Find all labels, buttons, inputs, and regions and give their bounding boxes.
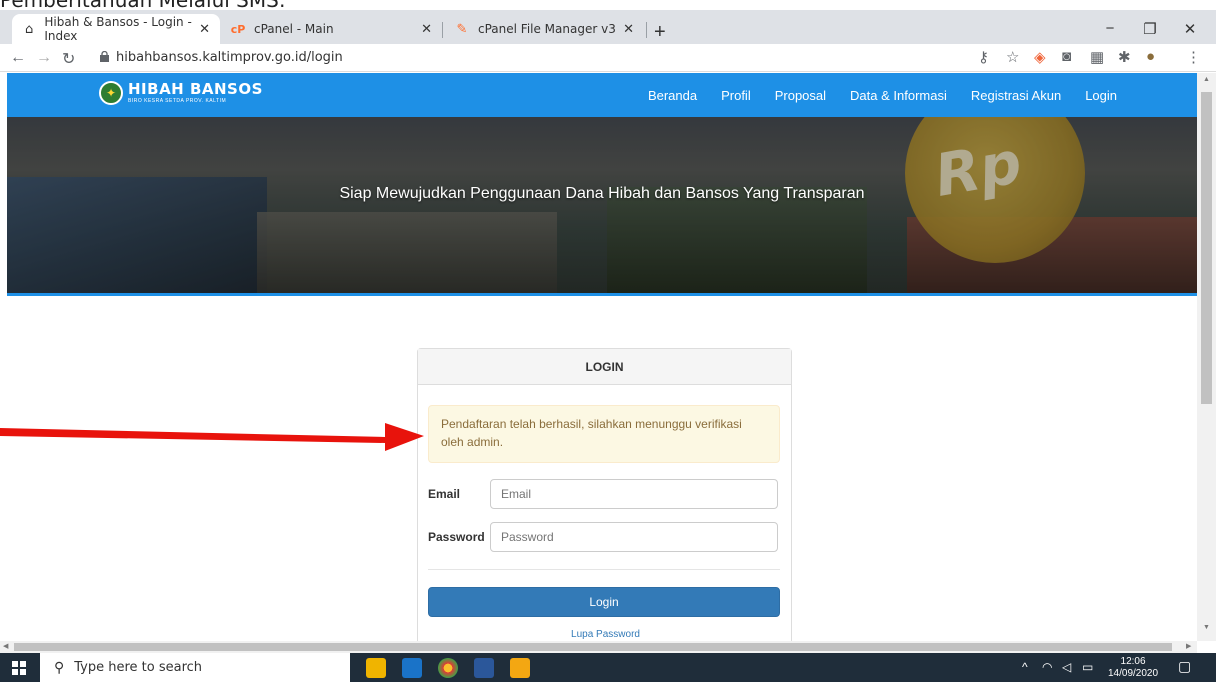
minimize-button[interactable]: −: [1090, 20, 1130, 37]
password-label: Password: [428, 530, 485, 544]
hero-divider: [7, 293, 1197, 296]
hero-banner: Rp Siap Mewujudkan Penggunaan Dana Hibah…: [7, 117, 1197, 293]
page-caption: Pemberitahuan Melalui SMS:: [0, 0, 286, 12]
login-button[interactable]: Login: [428, 587, 780, 617]
tab-label: cPanel File Manager v3: [478, 22, 616, 36]
address-bar: ← → ↻ hibahbansos.kaltimprov.go.id/login…: [0, 44, 1216, 72]
email-field[interactable]: [490, 479, 778, 509]
menu-icon[interactable]: ⋮: [1186, 48, 1201, 66]
file-manager-icon: ✎: [456, 21, 468, 37]
chevron-up-icon[interactable]: ^: [1022, 660, 1028, 674]
tab-cpanel-filemanager[interactable]: ✎ cPanel File Manager v3 ✕: [444, 14, 644, 44]
vertical-scroll-thumb[interactable]: [1201, 92, 1212, 404]
forgot-password-link[interactable]: Lupa Password: [418, 629, 793, 640]
store-icon[interactable]: [510, 658, 530, 678]
forward-icon[interactable]: →: [36, 49, 52, 67]
search-input[interactable]: Type here to search: [74, 660, 202, 675]
key-icon[interactable]: ⚷: [978, 48, 989, 66]
search-icon: ⚲: [54, 659, 65, 675]
qr-icon[interactable]: ▦: [1090, 48, 1104, 66]
lock-icon: [100, 51, 109, 62]
nav-profil[interactable]: Profil: [721, 88, 751, 103]
brand-subtitle: BIRO KESRA SETDA PROV. KALTIM: [128, 97, 227, 104]
logo-icon: ✦: [99, 81, 123, 105]
extension-icon[interactable]: ◈: [1034, 48, 1046, 66]
file-explorer-icon[interactable]: [366, 658, 386, 678]
word-icon[interactable]: [474, 658, 494, 678]
tab-separator: [646, 22, 647, 38]
chrome-icon[interactable]: [438, 658, 458, 678]
clock-time: 12:06: [1120, 656, 1146, 667]
tab-label: cPanel - Main: [254, 22, 334, 36]
puzzle-icon[interactable]: ✱: [1118, 48, 1131, 66]
close-icon[interactable]: ✕: [199, 22, 210, 37]
scroll-right-icon[interactable]: ▶: [1186, 642, 1191, 650]
brand-title: HIBAH BANSOS: [128, 79, 263, 98]
success-alert: Pendaftaran telah berhasil, silahkan men…: [428, 405, 780, 463]
notifications-icon[interactable]: ▢: [1178, 658, 1191, 675]
nav-login[interactable]: Login: [1085, 88, 1117, 103]
star-icon[interactable]: ☆: [1006, 48, 1019, 66]
browser-tabstrip: ⌂ Hibah & Bansos - Login - Index ✕ cP cP…: [0, 10, 1216, 44]
scroll-down-icon[interactable]: ▼: [1203, 624, 1210, 631]
email-row: Email: [428, 479, 778, 509]
volume-icon[interactable]: ◁: [1062, 660, 1071, 674]
tab-hibah-login[interactable]: ⌂ Hibah & Bansos - Login - Index ✕: [12, 14, 220, 44]
nav-registrasi-akun[interactable]: Registrasi Akun: [971, 88, 1061, 103]
windows-start-icon[interactable]: [12, 661, 26, 675]
nav-proposal[interactable]: Proposal: [775, 88, 826, 103]
restore-button[interactable]: ❐: [1130, 20, 1170, 38]
new-tab-button[interactable]: +: [654, 21, 666, 44]
site-brand[interactable]: ✦ HIBAH BANSOS BIRO KESRA SETDA PROV. KA…: [99, 81, 263, 105]
web-page: ✦ HIBAH BANSOS BIRO KESRA SETDA PROV. KA…: [7, 73, 1197, 641]
windows-taskbar: ⚲ Type here to search ^ ◠ ◁ ▭ 12:06 14/0…: [0, 653, 1216, 682]
network-icon[interactable]: ◠: [1042, 660, 1052, 674]
camera-icon[interactable]: ◙: [1062, 48, 1071, 65]
hero-title: Siap Mewujudkan Penggunaan Dana Hibah da…: [339, 185, 865, 202]
reload-icon[interactable]: ↻: [62, 49, 75, 69]
avatar[interactable]: ●: [1146, 48, 1155, 65]
scroll-left-icon[interactable]: ◀: [3, 642, 8, 650]
close-icon[interactable]: ✕: [623, 22, 634, 37]
url-input[interactable]: hibahbansos.kaltimprov.go.id/login: [116, 50, 343, 65]
horizontal-scroll-thumb[interactable]: [14, 643, 1172, 651]
tab-separator: [442, 22, 443, 38]
home-icon: ⌂: [25, 21, 34, 37]
nav-data-informasi[interactable]: Data & Informasi: [850, 88, 947, 103]
nav-beranda[interactable]: Beranda: [648, 88, 697, 103]
taskbar-search[interactable]: ⚲ Type here to search: [40, 653, 350, 682]
password-field[interactable]: [490, 522, 778, 552]
login-card: LOGIN Pendaftaran telah berhasil, silahk…: [417, 348, 792, 641]
tab-cpanel-main[interactable]: cP cPanel - Main ✕: [220, 14, 442, 44]
password-row: Password: [428, 522, 778, 552]
back-icon[interactable]: ←: [10, 49, 26, 67]
login-heading: LOGIN: [418, 349, 791, 385]
tab-label: Hibah & Bansos - Login - Index: [44, 15, 192, 43]
clock-date: 14/09/2020: [1108, 668, 1159, 679]
main-nav: Beranda Profil Proposal Data & Informasi…: [624, 73, 1117, 117]
close-icon[interactable]: ✕: [421, 22, 432, 37]
battery-icon[interactable]: ▭: [1082, 660, 1093, 674]
close-window-button[interactable]: ✕: [1170, 20, 1210, 38]
mail-icon[interactable]: [402, 658, 422, 678]
taskbar-clock[interactable]: 12:06 14/09/2020: [1108, 656, 1158, 680]
divider: [428, 569, 780, 570]
scroll-up-icon[interactable]: ▲: [1203, 76, 1210, 83]
cpanel-icon: cP: [230, 22, 246, 36]
red-arrow-annotation: [0, 423, 424, 451]
email-label: Email: [428, 487, 461, 501]
site-navbar: ✦ HIBAH BANSOS BIRO KESRA SETDA PROV. KA…: [7, 73, 1197, 117]
